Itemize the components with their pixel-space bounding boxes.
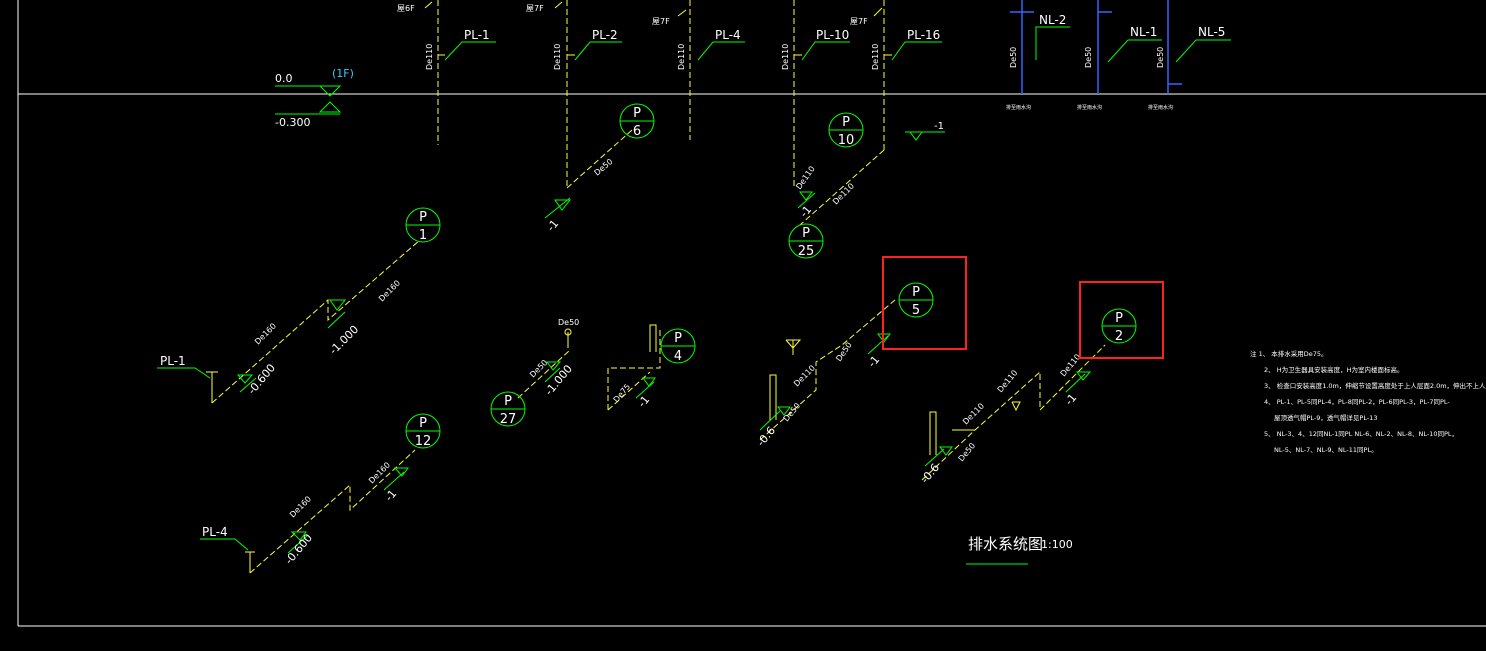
- pipe-size-texts: De50 De110 De110 De160 De160 De160 De160…: [253, 157, 1082, 519]
- sz-1: De50: [593, 157, 615, 178]
- level-mark-top-right: [905, 131, 945, 141]
- vertical-pipe-size-labels: De110 De110 De110 De110 De110 De50 De50 …: [425, 44, 1165, 70]
- svg-text:P: P: [912, 285, 920, 300]
- de110-label-4: De110: [781, 44, 790, 70]
- svg-text:P: P: [504, 394, 512, 409]
- pl1-top-label: PL-1: [464, 28, 490, 42]
- pl16-top-label: PL-16: [907, 28, 940, 42]
- note-line: NL-5、NL-7、NL-9、NL-11同PL。: [1274, 446, 1378, 454]
- manhole-p27: P 27: [490, 391, 526, 427]
- note-line: 注 1、 本排水采用De75。: [1250, 350, 1328, 358]
- ground-level-marker: [275, 85, 342, 115]
- pl1-left-label: PL-1: [160, 354, 186, 368]
- svg-text:12: 12: [415, 434, 432, 449]
- svg-text:P: P: [633, 106, 641, 121]
- design-notes: 注 1、 本排水采用De75。 2、 H为卫生器具安装高度，H为室内楼面标高。 …: [1250, 346, 1486, 458]
- pl2-top-label: PL-2: [592, 28, 618, 42]
- lvl-c: -1.000: [327, 323, 361, 357]
- note-line: 4、 PL-1、PL-5同PL-4，PL-8同PL-2，PL-6同PL-3，PL…: [1264, 398, 1450, 406]
- lvl-d: -0.600: [245, 361, 278, 397]
- svg-text:10: 10: [838, 133, 855, 148]
- sz-8: De50: [558, 318, 579, 327]
- nl-caption-2: 排至雨水沟: [1077, 104, 1102, 111]
- svg-text:2: 2: [1115, 329, 1123, 344]
- lvl-a: -1: [544, 217, 561, 234]
- lvl-l: -1: [1062, 391, 1079, 408]
- drawing-title: 排水系统图: [968, 535, 1044, 553]
- drawing-frame: [17, 0, 1486, 627]
- sz-5: De160: [253, 321, 278, 346]
- manhole-p10: P 10: [828, 112, 864, 148]
- svg-text:27: 27: [500, 412, 517, 427]
- de50-label-1: De50: [1009, 47, 1018, 68]
- pl4-top-label: PL-4: [715, 28, 741, 42]
- de50-label-3: De50: [1156, 47, 1165, 68]
- sz-9: De50: [528, 358, 549, 379]
- sz-17: De50: [957, 441, 978, 463]
- manhole-p4: P 4: [660, 328, 696, 364]
- level-m1-top-right: -1: [934, 121, 944, 132]
- lvl-i: -0.6: [754, 424, 778, 449]
- level-1f-label: (1F): [332, 67, 354, 80]
- manhole-p25: P 25: [788, 223, 824, 259]
- pl-left-leaders: [157, 367, 249, 551]
- floor-label-4: 屋7F: [850, 17, 868, 26]
- lower-pipe-fittings: [206, 324, 1021, 573]
- note-line: 2、 H为卫生器具安装高度，H为室内楼面标高。: [1264, 366, 1404, 374]
- drainage-system-drawing: 0.0 (1F) -0.300 PL-1 PL-2 PL-4 PL-10 PL-…: [17, 0, 1486, 627]
- svg-text:6: 6: [633, 124, 641, 139]
- sz-13: De50: [782, 401, 803, 423]
- level-0-label: 0.0: [275, 72, 293, 85]
- svg-text:4: 4: [674, 349, 682, 364]
- nl1-label: NL-1: [1130, 25, 1157, 39]
- svg-text:P: P: [419, 210, 427, 225]
- manhole-p1: P 1: [405, 207, 441, 243]
- de110-label-1: De110: [425, 44, 434, 70]
- svg-text:P: P: [842, 115, 850, 130]
- manhole-p2: P 2: [1101, 308, 1137, 344]
- svg-text:1: 1: [419, 228, 427, 243]
- floor-label-2: 屋7F: [526, 4, 544, 13]
- pl10-top-label: PL-10: [816, 28, 849, 42]
- floor-label-3: 屋7F: [652, 17, 670, 26]
- lvl-j: -1: [865, 353, 882, 370]
- nl5-label: NL-5: [1198, 25, 1225, 39]
- manhole-p5: P 5: [898, 282, 934, 318]
- de50-label-2: De50: [1084, 47, 1093, 68]
- svg-text:P: P: [674, 331, 682, 346]
- lvl-f: -0.600: [282, 531, 315, 567]
- sz-12: De50: [834, 341, 854, 364]
- de110-label-5: De110: [871, 44, 880, 70]
- de110-label-3: De110: [677, 44, 686, 70]
- svg-text:5: 5: [912, 303, 920, 318]
- svg-text:P: P: [802, 226, 810, 241]
- note-line: 屋顶透气帽PL-9，透气帽详见PL-13: [1274, 414, 1378, 422]
- floor-label-1: 屋6F: [397, 4, 415, 13]
- sz-6: De160: [367, 460, 392, 485]
- nl-caption-3: 排至雨水沟: [1148, 104, 1173, 111]
- svg-text:P: P: [1115, 311, 1123, 326]
- sz-10: De75: [612, 382, 633, 404]
- de110-label-2: De110: [553, 44, 562, 70]
- highlight-box-p5: [882, 256, 967, 350]
- sz-4: De160: [377, 278, 402, 303]
- sz-14: De110: [961, 401, 986, 426]
- nl2-label: NL-2: [1039, 13, 1066, 27]
- drawing-scale: 1:100: [1041, 538, 1073, 551]
- manhole-p6: P 6: [619, 103, 655, 139]
- lower-pipes: [211, 239, 1106, 574]
- note-line: 5、 NL-3、4、12同NL-1同PL NL-6、NL-2、NL-8、NL-1…: [1264, 430, 1458, 438]
- sz-15: De110: [996, 368, 1020, 394]
- nl-caption-1: 排至雨水沟: [1006, 104, 1031, 111]
- svg-text:25: 25: [798, 244, 815, 259]
- sz-11: De110: [792, 363, 817, 388]
- manhole-p12: P 12: [405, 413, 441, 449]
- pl4-left-label: PL-4: [202, 525, 228, 539]
- level-m0300-label: -0.300: [275, 116, 310, 129]
- svg-text:P: P: [419, 416, 427, 431]
- level-symbols: [236, 191, 1092, 554]
- sz-2: De110: [794, 164, 816, 191]
- note-line: 3、 检查口安装高度1.0m，伸缩节设置高度处于上人层面2.0m，伸出不上人层面…: [1264, 382, 1486, 390]
- sz-7: De160: [288, 494, 313, 519]
